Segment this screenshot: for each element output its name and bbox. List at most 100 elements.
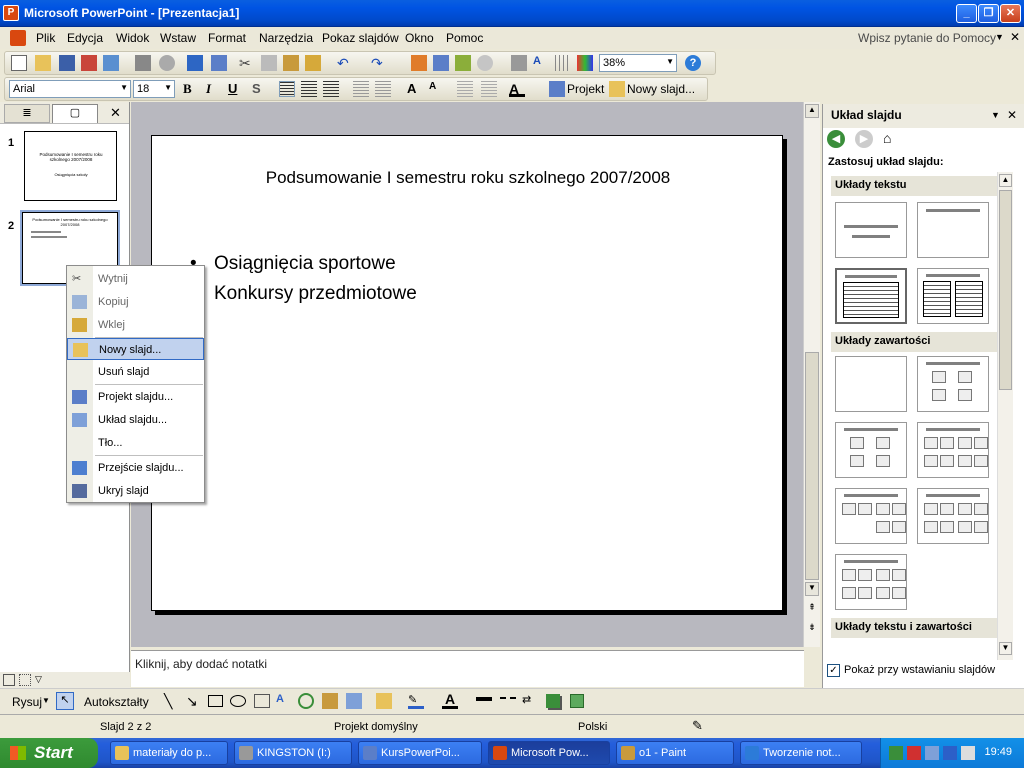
- menu-widok[interactable]: Widok: [116, 31, 149, 45]
- tray-icon[interactable]: [907, 746, 921, 760]
- show-formatting-icon[interactable]: A: [533, 55, 549, 71]
- tray-icon[interactable]: [943, 746, 957, 760]
- task-button[interactable]: KINGSTON (I:): [234, 741, 352, 765]
- slide-bullet[interactable]: Konkursy przedmiotowe: [214, 283, 417, 305]
- design-button[interactable]: Projekt: [567, 82, 604, 96]
- print-preview-icon[interactable]: [159, 55, 175, 71]
- dash-style-icon[interactable]: [500, 697, 516, 700]
- font-color-icon[interactable]: A: [509, 81, 525, 97]
- email-icon[interactable]: [103, 55, 119, 71]
- new-icon[interactable]: [11, 55, 27, 71]
- next-slide-icon[interactable]: ⇟: [805, 622, 819, 636]
- menu-pomoc[interactable]: Pomoc: [446, 31, 483, 45]
- layout-title-two-content[interactable]: [917, 422, 989, 478]
- layout-title-only[interactable]: [917, 202, 989, 258]
- slide-title[interactable]: Podsumowanie I semestru roku szkolnego 2…: [152, 168, 784, 188]
- rectangle-icon[interactable]: [208, 695, 223, 707]
- slideshow-icon[interactable]: ▽: [35, 674, 47, 686]
- close-button[interactable]: ✕: [1000, 4, 1021, 23]
- layout-title-text[interactable]: [835, 268, 907, 324]
- font-size-dropdown-icon[interactable]: ▼: [164, 83, 172, 92]
- shadow-button[interactable]: S: [252, 81, 261, 96]
- zoom-dropdown-icon[interactable]: ▼: [666, 57, 674, 66]
- decrease-indent-icon[interactable]: [457, 81, 473, 97]
- tp-scroll-down-icon[interactable]: ▼: [999, 642, 1012, 655]
- oval-icon[interactable]: [230, 695, 246, 707]
- menu-okno[interactable]: Okno: [405, 31, 434, 45]
- menu-pokaz-slajdow[interactable]: Pokaz slajdów: [322, 31, 399, 45]
- spelling-icon[interactable]: [187, 55, 203, 71]
- layout-title-four-content-a[interactable]: [917, 488, 989, 544]
- expand-icon[interactable]: [511, 55, 527, 71]
- task-button[interactable]: materiały do p...: [110, 741, 228, 765]
- start-button[interactable]: Start: [0, 738, 98, 768]
- font-select[interactable]: Arial ▼: [9, 80, 131, 98]
- insert-table-icon[interactable]: [433, 55, 449, 71]
- slide-bullet[interactable]: • Osiągnięcia sportowe: [190, 253, 396, 275]
- font-dropdown-icon[interactable]: ▼: [120, 83, 128, 92]
- close-pane-icon[interactable]: ✕: [110, 105, 121, 121]
- minimize-button[interactable]: _: [956, 4, 977, 23]
- task-pane-scrollbar[interactable]: ▲ ▼: [997, 172, 1013, 660]
- menu-item-hide-slide[interactable]: Ukryj slajd: [67, 480, 204, 502]
- show-on-insert-checkbox[interactable]: ✓: [827, 664, 840, 677]
- menu-item-copy[interactable]: Kopiuj: [67, 291, 204, 313]
- tray-icon[interactable]: [889, 746, 903, 760]
- layout-blank[interactable]: [835, 356, 907, 412]
- clipart-icon[interactable]: [322, 693, 338, 709]
- numbering-icon[interactable]: [353, 81, 369, 97]
- home-icon[interactable]: ⌂: [883, 130, 901, 148]
- align-left-icon[interactable]: [279, 81, 295, 97]
- text-color-icon[interactable]: A: [442, 691, 458, 709]
- layout-title-content[interactable]: [835, 422, 907, 478]
- tab-slides[interactable]: ▢: [52, 104, 98, 123]
- task-button[interactable]: o1 - Paint: [616, 741, 734, 765]
- decrease-font-icon[interactable]: A: [429, 81, 445, 97]
- task-button[interactable]: Tworzenie not...: [740, 741, 862, 765]
- menu-item-delete-slide[interactable]: Usuń slajd: [67, 361, 204, 383]
- fill-color-icon[interactable]: [376, 693, 392, 709]
- menu-plik[interactable]: Plik: [36, 31, 55, 45]
- tables-borders-icon[interactable]: [455, 55, 471, 71]
- vertical-scrollbar[interactable]: ▲ ▼ ⇞ ⇟: [803, 102, 820, 647]
- menu-item-paste[interactable]: Wklej: [67, 314, 204, 336]
- spelling-status-icon[interactable]: ✎: [692, 718, 703, 734]
- help-icon[interactable]: ?: [685, 55, 701, 71]
- italic-button[interactable]: I: [206, 81, 211, 97]
- select-objects-icon[interactable]: ↖: [56, 692, 74, 710]
- arrow-icon[interactable]: ↘: [186, 693, 202, 709]
- new-slide-icon[interactable]: [609, 81, 625, 97]
- normal-view-icon[interactable]: [3, 674, 15, 686]
- menu-narzedzia[interactable]: Narzędzia: [259, 31, 313, 45]
- layout-content[interactable]: [917, 356, 989, 412]
- new-slide-button[interactable]: Nowy slajd...: [627, 82, 695, 96]
- arrow-style-icon[interactable]: ⇄: [522, 693, 538, 709]
- scroll-down-icon[interactable]: ▼: [805, 582, 819, 596]
- color-grayscale-icon[interactable]: [577, 55, 593, 71]
- task-pane-close-icon[interactable]: ✕: [1007, 108, 1017, 122]
- task-button[interactable]: KursPowerPoi...: [358, 741, 482, 765]
- font-size-select[interactable]: 18 ▼: [133, 80, 175, 98]
- textbox-icon[interactable]: [254, 694, 270, 708]
- shadow-style-icon[interactable]: [546, 694, 560, 708]
- permission-icon[interactable]: [81, 55, 97, 71]
- diagram-icon[interactable]: [298, 693, 314, 709]
- menu-wstaw[interactable]: Wstaw: [160, 31, 196, 45]
- increase-indent-icon[interactable]: [481, 81, 497, 97]
- forward-icon[interactable]: ▶: [855, 130, 873, 148]
- tp-scroll-up-icon[interactable]: ▲: [999, 174, 1012, 187]
- task-pane-menu-icon[interactable]: ▼: [991, 110, 1000, 120]
- layout-title-three-content[interactable]: [835, 488, 907, 544]
- menu-item-background[interactable]: Tło...: [67, 432, 204, 454]
- layout-two-column-text[interactable]: [917, 268, 989, 324]
- menu-item-slide-layout[interactable]: Układ slajdu...: [67, 409, 204, 431]
- scroll-thumb[interactable]: [805, 352, 819, 580]
- zoom-select[interactable]: 38% ▼: [599, 54, 677, 72]
- sorter-view-icon[interactable]: [19, 674, 31, 686]
- menu-format[interactable]: Format: [208, 31, 246, 45]
- document-icon[interactable]: [10, 30, 26, 46]
- align-center-icon[interactable]: [301, 81, 317, 97]
- open-icon[interactable]: [35, 55, 51, 71]
- research-icon[interactable]: [211, 55, 227, 71]
- menu-item-slide-design[interactable]: Projekt slajdu...: [67, 386, 204, 408]
